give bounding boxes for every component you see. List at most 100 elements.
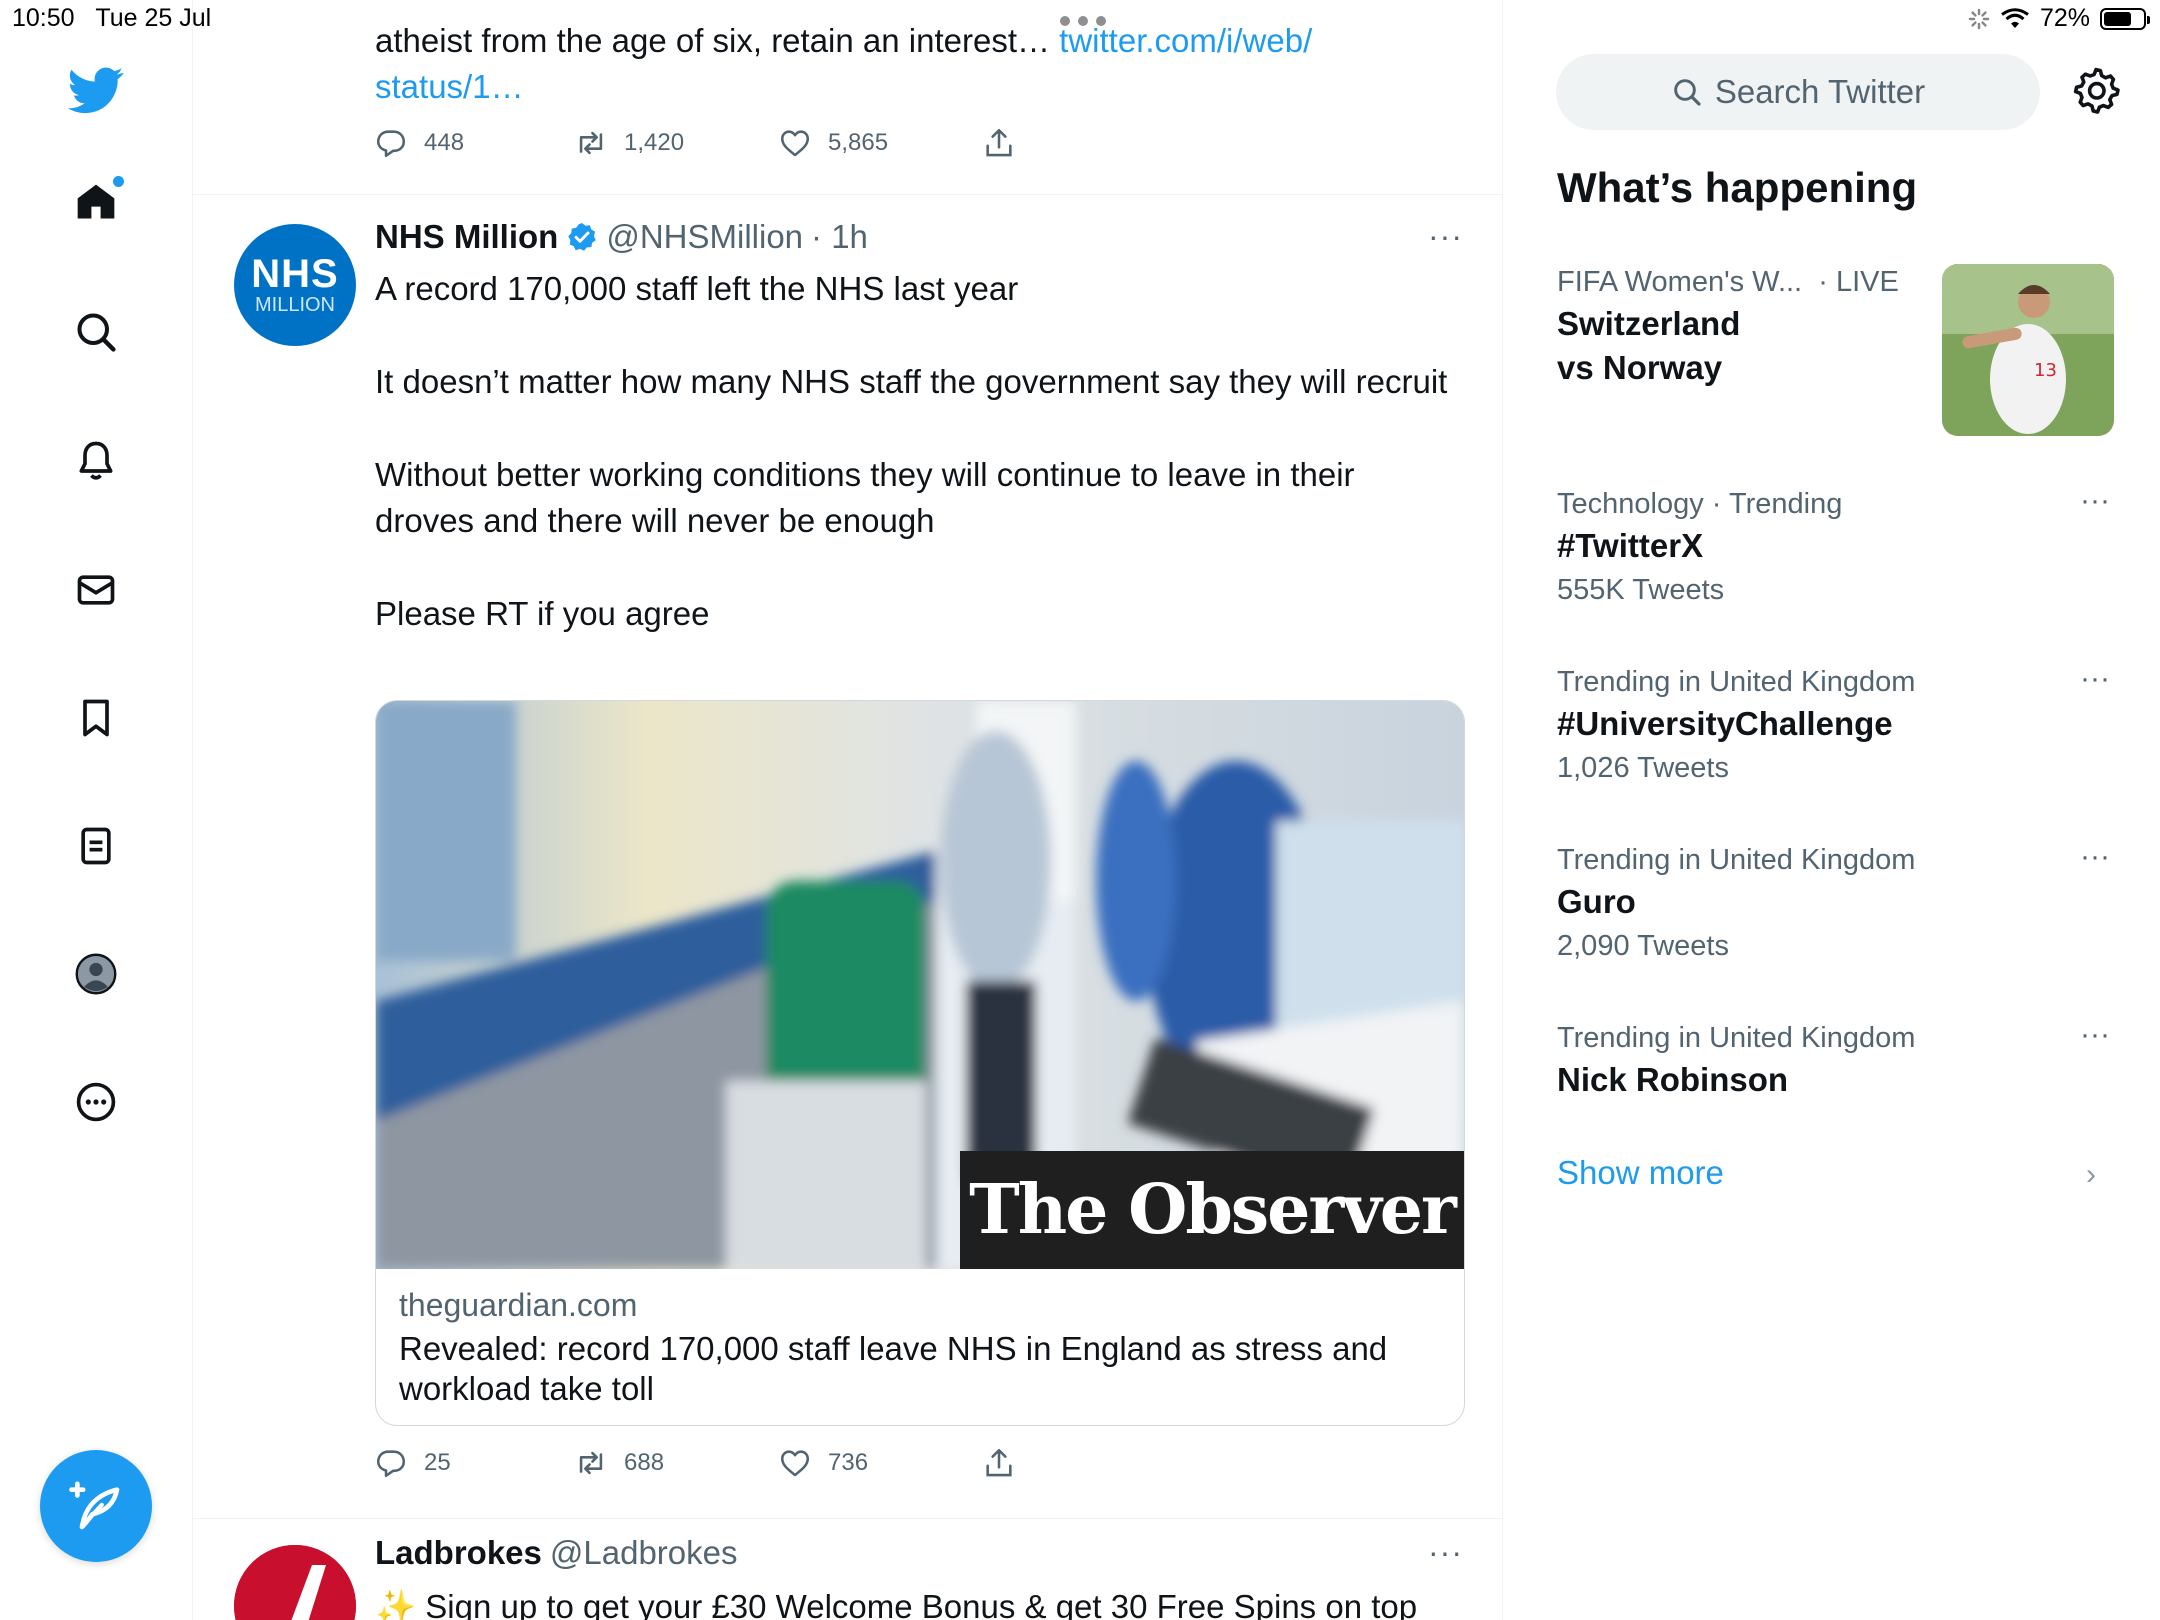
search-twitter-input[interactable]: Search Twitter — [1556, 54, 2040, 130]
live-label: · LIVE — [1818, 266, 1899, 298]
previous-tweet-text[interactable]: atheist from the age of six, retain an i… — [375, 18, 1375, 110]
nav-bookmarks[interactable] — [56, 678, 136, 758]
nav-profile[interactable] — [56, 934, 136, 1014]
next-author-name[interactable]: Ladbrokes — [375, 1534, 542, 1572]
more-circle-icon — [76, 1082, 116, 1122]
link-preview-card[interactable]: The Observer theguardian.com Revealed: r… — [375, 700, 1465, 1426]
tweet-more-options-icon[interactable]: ··· — [1428, 218, 1463, 255]
chevron-right-icon[interactable]: › — [2086, 1158, 2096, 1192]
trend-name: #TwitterX — [1557, 527, 1704, 564]
tweet-actions: 25 688 736 — [374, 1446, 1016, 1480]
author-name[interactable]: NHS Million — [375, 218, 558, 256]
football-player-photo: 13 — [1942, 264, 2114, 436]
previous-tweet-actions: 448 1,420 5,865 — [374, 126, 1016, 160]
tweet-time[interactable]: · 1h — [811, 218, 868, 256]
profile-avatar-icon — [75, 953, 117, 995]
whats-happening-heading: What’s happening — [1557, 164, 1918, 211]
trend-count: 555K Tweets — [1557, 574, 1725, 606]
trend-count: 2,090 Tweets — [1557, 930, 1729, 962]
status-bar-right: 72% — [1968, 4, 2150, 33]
search-icon — [1674, 79, 1701, 106]
trend-thumbnail-image: 13 — [1942, 264, 2114, 436]
author-handle[interactable]: @NHSMillion — [606, 218, 803, 256]
tweet-text: A record 170,000 staff left the NHS last… — [375, 266, 1455, 684]
share-button[interactable] — [982, 1446, 1016, 1480]
trend-context: Technology · Trending — [1557, 488, 1843, 520]
ladbrokes-avatar[interactable] — [234, 1545, 356, 1620]
card-domain: theguardian.com — [399, 1287, 638, 1323]
next-tweet-header: Ladbrokes @Ladbrokes — [375, 1534, 738, 1572]
trend-name: Nick Robinson — [1557, 1061, 1789, 1098]
previous-tweet-link[interactable]: twitter.com/i/web/ — [1050, 22, 1312, 59]
like-button[interactable]: 736 — [778, 1446, 982, 1480]
tweet-paragraph: Please RT if you agree — [375, 595, 710, 632]
trend-item-universitychallenge[interactable]: Trending in United Kingdom #UniversityCh… — [1557, 662, 2117, 790]
share-icon — [986, 128, 1012, 157]
reply-icon — [376, 1450, 406, 1478]
retweet-count: 688 — [624, 1449, 665, 1476]
battery-icon — [2100, 7, 2150, 30]
reply-icon — [376, 130, 406, 158]
avatar-text-million: MILLION — [254, 294, 336, 316]
trend-more-icon[interactable]: ··· — [2080, 484, 2110, 518]
avatar-text-nhs: NHS — [251, 252, 339, 296]
mail-icon — [77, 575, 115, 605]
like-count: 736 — [828, 1449, 869, 1476]
trend-more-icon[interactable]: ··· — [2080, 1018, 2110, 1052]
next-tweet-text: ✨ Sign up to get your £30 Welcome Bonus … — [375, 1588, 1418, 1620]
reply-button[interactable]: 448 — [374, 126, 574, 160]
retweet-icon — [579, 1451, 603, 1475]
trend-more-icon[interactable]: ··· — [2080, 840, 2110, 874]
svg-text:13: 13 — [2034, 360, 2057, 381]
nav-explore[interactable] — [56, 292, 136, 372]
battery-percent: 72% — [2039, 4, 2090, 32]
tweet-divider — [192, 1518, 1502, 1519]
twitter-logo-icon[interactable] — [56, 50, 136, 130]
home-notification-dot — [113, 176, 124, 187]
nav-more[interactable] — [56, 1062, 136, 1142]
compose-feather-icon — [69, 1481, 120, 1530]
trend-count: 1,026 Tweets — [1557, 752, 1729, 784]
loading-icon — [1968, 8, 1990, 29]
previous-tweet-link-continued[interactable]: status/1… — [375, 68, 524, 105]
retweet-count: 1,420 — [624, 129, 685, 156]
share-button[interactable] — [982, 126, 1016, 160]
retweet-button[interactable]: 688 — [574, 1446, 778, 1480]
reply-button[interactable]: 25 — [374, 1446, 574, 1480]
show-more-link[interactable]: Show more — [1557, 1154, 1724, 1192]
trend-more-icon[interactable]: ··· — [2080, 662, 2110, 696]
compose-tweet-button[interactable] — [40, 1450, 152, 1562]
retweet-button[interactable]: 1,420 — [574, 126, 778, 160]
like-button[interactable]: 5,865 — [778, 126, 982, 160]
card-meta: theguardian.com Revealed: record 170,000… — [399, 1285, 1439, 1409]
nav-messages[interactable] — [56, 550, 136, 630]
trend-item-nick-robinson[interactable]: Trending in United Kingdom Nick Robinson — [1557, 1018, 2117, 1102]
nhs-million-avatar[interactable]: NHS MILLION — [234, 224, 356, 346]
lists-icon — [81, 827, 111, 865]
share-icon — [986, 1448, 1012, 1477]
tweet-paragraph: Without better working conditions they w… — [375, 456, 1355, 539]
bookmark-icon — [83, 699, 109, 737]
timeline-feed: atheist from the age of six, retain an i… — [192, 0, 1503, 1620]
article-image: The Observer — [376, 701, 1464, 1269]
tweet-divider — [192, 194, 1502, 195]
bell-icon — [79, 441, 113, 480]
trend-context: Trending in United Kingdom — [1557, 666, 1916, 698]
previous-tweet-text-tail: atheist from the age of six, retain an i… — [375, 22, 1051, 59]
ladbrokes-logo-icon — [234, 1545, 356, 1620]
search-icon — [77, 313, 116, 352]
heart-icon — [780, 1450, 810, 1477]
trend-context: Trending in United Kingdom — [1557, 844, 1916, 876]
trend-item-twitterx[interactable]: Technology · Trending #TwitterX 555K Twe… — [1557, 484, 2117, 612]
nav-lists[interactable] — [56, 806, 136, 886]
observer-logo-overlay: The Observer — [960, 1151, 1464, 1269]
left-navigation — [0, 0, 193, 1620]
nav-home[interactable] — [56, 162, 136, 242]
like-count: 5,865 — [828, 129, 889, 156]
next-tweet-more-options-icon[interactable]: ··· — [1428, 1534, 1463, 1571]
trend-item-guro[interactable]: Trending in United Kingdom Guro 2,090 Tw… — [1557, 840, 2117, 968]
trend-name: #UniversityChallenge — [1557, 705, 1893, 742]
settings-gear-icon[interactable] — [2072, 66, 2120, 114]
next-author-handle[interactable]: @Ladbrokes — [550, 1534, 738, 1572]
nav-notifications[interactable] — [56, 420, 136, 500]
